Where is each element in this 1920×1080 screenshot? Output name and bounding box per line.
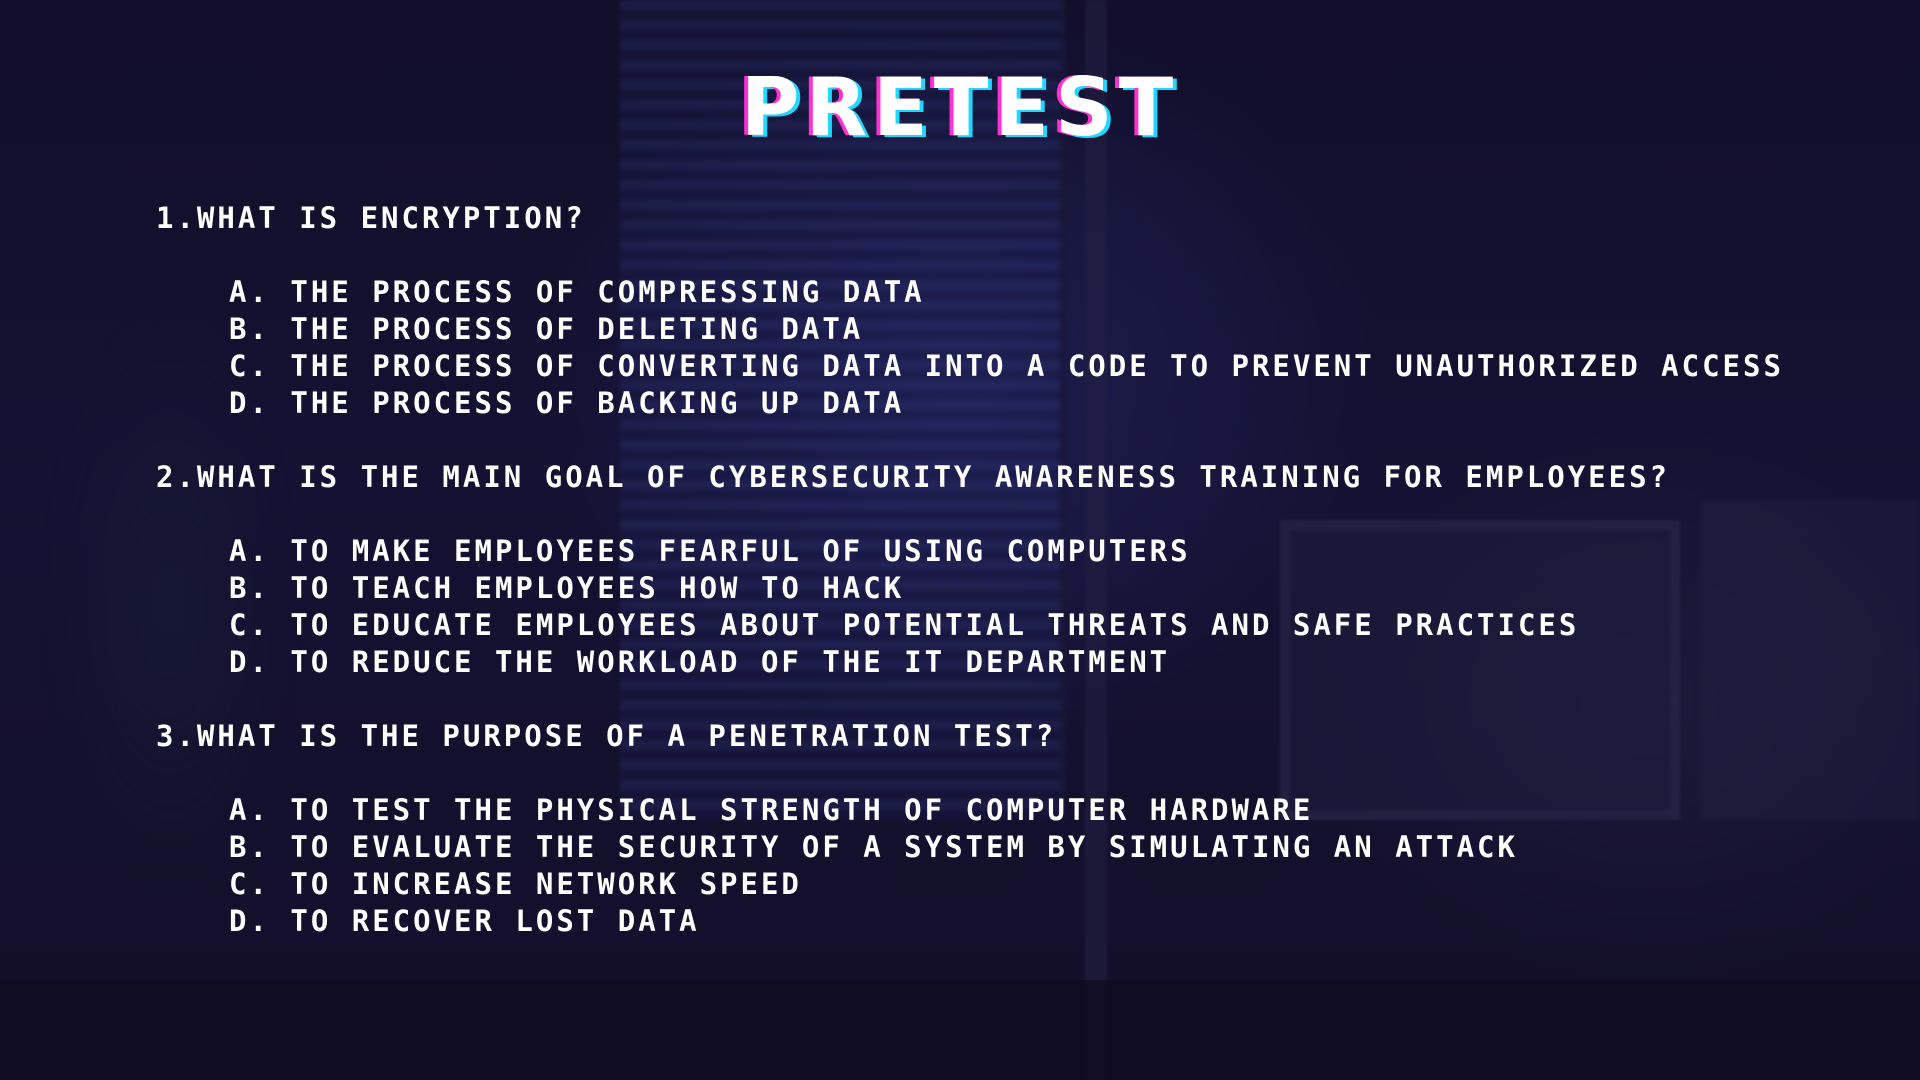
option-3a: A. TO TEST THE PHYSICAL STRENGTH OF COMP…	[229, 793, 1314, 827]
question-block-2: 2.WHAT IS THE MAIN GOAL OF CYBERSECURITY…	[156, 459, 1856, 681]
option-1d: D. THE PROCESS OF BACKING UP DATA	[229, 386, 905, 420]
question-1-options: A. THE PROCESS OF COMPRESSING DATA B. TH…	[156, 274, 1856, 422]
question-2-options: A. TO MAKE EMPLOYEES FEARFUL OF USING CO…	[156, 533, 1856, 681]
question-3-options: A. TO TEST THE PHYSICAL STRENGTH OF COMP…	[156, 792, 1856, 940]
option-2b: B. TO TEACH EMPLOYEES HOW TO HACK	[229, 571, 905, 605]
option-1c: C. THE PROCESS OF CONVERTING DATA INTO A…	[229, 349, 1784, 383]
option-1a: A. THE PROCESS OF COMPRESSING DATA	[229, 275, 925, 309]
option-1b: B. THE PROCESS OF DELETING DATA	[229, 312, 864, 346]
question-1-text: 1.WHAT IS ENCRYPTION?	[156, 201, 586, 235]
quiz-content: 1.WHAT IS ENCRYPTION? A. THE PROCESS OF …	[156, 200, 1856, 977]
option-3c: C. TO INCREASE NETWORK SPEED	[229, 867, 802, 901]
option-2a: A. TO MAKE EMPLOYEES FEARFUL OF USING CO…	[229, 534, 1191, 568]
question-block-1: 1.WHAT IS ENCRYPTION? A. THE PROCESS OF …	[156, 200, 1856, 422]
option-2c: C. TO EDUCATE EMPLOYEES ABOUT POTENTIAL …	[229, 608, 1580, 642]
option-3b: B. TO EVALUATE THE SECURITY OF A SYSTEM …	[229, 830, 1518, 864]
question-2-text: 2.WHAT IS THE MAIN GOAL OF CYBERSECURITY…	[156, 460, 1671, 494]
option-2d: D. TO REDUCE THE WORKLOAD OF THE IT DEPA…	[229, 645, 1171, 679]
question-block-3: 3.WHAT IS THE PURPOSE OF A PENETRATION T…	[156, 718, 1856, 940]
page-title: PRETEST	[740, 61, 1180, 154]
question-3-text: 3.WHAT IS THE PURPOSE OF A PENETRATION T…	[156, 719, 1057, 753]
option-3d: D. TO RECOVER LOST DATA	[229, 904, 700, 938]
